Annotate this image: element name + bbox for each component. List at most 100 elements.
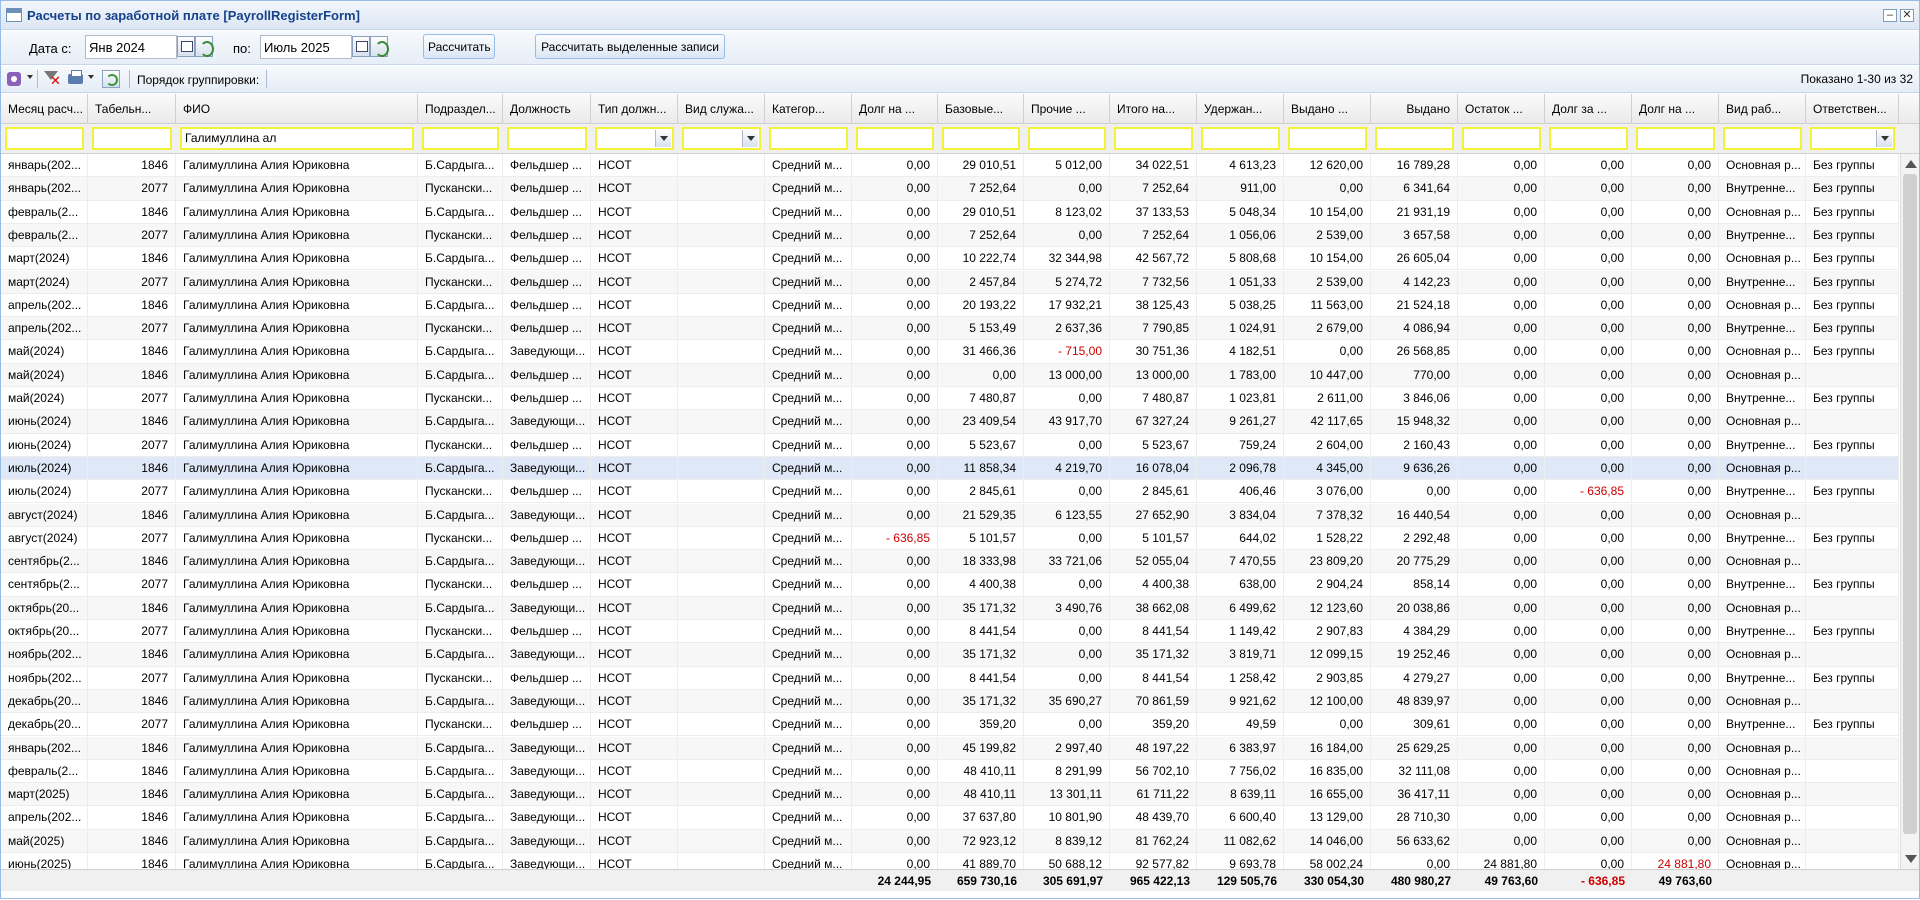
column-filter-input[interactable]	[422, 127, 499, 150]
minimize-icon[interactable]: –	[1883, 9, 1897, 22]
column-header[interactable]: Вид служа...	[678, 94, 765, 124]
column-header[interactable]: Подраздел...	[418, 94, 503, 124]
column-header[interactable]: Табельн...	[88, 94, 176, 124]
table-row[interactable]: август(2024) 2077 Галимуллина Алия Юриковн…	[1, 526, 1899, 551]
table-row[interactable]: декабрь(20... 2077 Галимуллина Алия Юриков…	[1, 713, 1899, 737]
table-row[interactable]: ноябрь(202... 2077 Галимуллина Алия Юриков…	[1, 666, 1899, 690]
scroll-down-icon[interactable]	[1905, 855, 1917, 863]
table-row[interactable]: май(2025) 1846 Галимуллина Алия Юриковна Б.…	[1, 829, 1899, 853]
table-row[interactable]: апрель(202... 2077 Галимуллина Алия Юриков…	[1, 317, 1899, 341]
column-header[interactable]: Удержан...	[1197, 94, 1284, 124]
column-filter-input[interactable]	[92, 127, 172, 150]
table-row[interactable]: сентябрь(2... 1846 Галимуллина Алия Юриков…	[1, 550, 1899, 574]
print-icon[interactable]	[66, 69, 86, 89]
table-row[interactable]: январь(202... 2077 Галимуллина Алия Юриков…	[1, 177, 1899, 201]
table-row[interactable]: июнь(2025) 1846 Галимуллина Алия Юриковна Б…	[1, 853, 1899, 869]
column-header[interactable]: Должность	[503, 94, 591, 124]
column-filter-input[interactable]	[1462, 127, 1541, 150]
chevron-down-icon[interactable]	[88, 75, 94, 79]
column-filter-input[interactable]	[942, 127, 1020, 150]
calendar-icon[interactable]	[352, 36, 370, 57]
table-row[interactable]: март(2024) 1846 Галимуллина Алия Юриковна Б…	[1, 247, 1899, 271]
table-cell: март(2025)	[1, 783, 88, 807]
column-filter-input[interactable]	[856, 127, 934, 150]
column-header[interactable]: Выдано ...	[1284, 94, 1371, 124]
column-filter-input[interactable]	[1723, 127, 1802, 150]
table-row[interactable]: декабрь(20... 1846 Галимуллина Алия Юриков…	[1, 689, 1899, 714]
column-header[interactable]: Категор...	[765, 94, 852, 124]
table-row[interactable]: сентябрь(2... 2077 Галимуллина Алия Юриков…	[1, 573, 1899, 597]
column-header[interactable]: ФИО	[176, 94, 418, 124]
column-filter-input[interactable]	[507, 127, 587, 150]
table-cell	[678, 363, 765, 387]
column-header[interactable]: Базовые...	[938, 94, 1024, 124]
column-header[interactable]: Долг на ...	[1632, 94, 1719, 124]
table-cell	[1806, 829, 1899, 853]
column-filter-input[interactable]	[769, 127, 848, 150]
refresh-icon[interactable]	[101, 69, 121, 89]
column-filter-input[interactable]	[1549, 127, 1628, 150]
table-row[interactable]: март(2024) 2077 Галимуллина Алия Юриковна П…	[1, 270, 1899, 294]
calculate-button[interactable]: Рассчитать	[423, 34, 495, 59]
table-row[interactable]: май(2024) 1846 Галимуллина Алия Юриковна Б.…	[1, 363, 1899, 387]
table-cell	[678, 293, 765, 317]
column-filter-input[interactable]	[1636, 127, 1715, 150]
table-row[interactable]: февраль(2... 1846 Галимуллина Алия Юриковн…	[1, 759, 1899, 784]
table-row[interactable]: июль(2024) 2077 Галимуллина Алия Юриковна П…	[1, 480, 1899, 504]
table-row[interactable]: апрель(202... 1846 Галимуллина Алия Юриков…	[1, 293, 1899, 318]
column-header[interactable]: Итого на...	[1110, 94, 1197, 124]
column-filter-input[interactable]	[1375, 127, 1454, 150]
column-header[interactable]: Вид раб...	[1719, 94, 1806, 124]
table-row[interactable]: февраль(2... 2077 Галимуллина Алия Юриковн…	[1, 223, 1899, 248]
table-cell: 0,00	[1545, 387, 1632, 410]
column-header[interactable]: Долг на ...	[852, 94, 938, 124]
table-row[interactable]: январь(202... 1846 Галимуллина Алия Юриков…	[1, 154, 1899, 178]
date-to-input[interactable]: Июль 2025	[260, 35, 352, 59]
scroll-up-icon[interactable]	[1905, 160, 1917, 168]
column-header[interactable]: Тип должн...	[591, 94, 678, 124]
column-filter-input[interactable]	[1288, 127, 1367, 150]
table-row[interactable]: август(2024) 1846 Галимуллина Алия Юриковн…	[1, 503, 1899, 527]
table-row[interactable]: январь(202... 1846 Галимуллина Алия Юриков…	[1, 736, 1899, 760]
column-filter-input[interactable]	[1201, 127, 1280, 150]
scroll-thumb[interactable]	[1903, 174, 1917, 834]
table-row[interactable]: ноябрь(202... 1846 Галимуллина Алия Юриков…	[1, 643, 1899, 667]
calculate-selected-button[interactable]: Рассчитать выделенные записи	[535, 34, 725, 59]
table-row[interactable]: февраль(2... 1846 Галимуллина Алия Юриковн…	[1, 200, 1899, 224]
calendar-icon[interactable]	[177, 36, 195, 57]
column-header[interactable]: Ответствен...	[1806, 94, 1899, 124]
clear-date-icon[interactable]	[370, 36, 389, 57]
chevron-down-icon[interactable]	[742, 130, 758, 147]
table-row[interactable]: июль(2024) 1846 Галимуллина Алия Юриковна Б…	[1, 456, 1899, 481]
column-header[interactable]: Остаток ...	[1458, 94, 1545, 124]
table-row[interactable]: июнь(2024) 2077 Галимуллина Алия Юриковна П…	[1, 433, 1899, 457]
column-header[interactable]: Выдано	[1371, 94, 1458, 124]
column-filter-input[interactable]	[1810, 127, 1895, 150]
column-settings-icon[interactable]	[5, 69, 25, 89]
table-row[interactable]: март(2025) 1846 Галимуллина Алия Юриковна Б…	[1, 783, 1899, 807]
column-header[interactable]: Прочие ...	[1024, 94, 1110, 124]
chevron-down-icon[interactable]	[655, 130, 671, 147]
column-filter-input[interactable]	[1028, 127, 1106, 150]
fio-filter-input[interactable]: Галимуллина ал	[180, 127, 414, 150]
table-row[interactable]: апрель(202... 1846 Галимуллина Алия Юриков…	[1, 806, 1899, 830]
chevron-down-icon[interactable]	[27, 75, 33, 79]
column-filter-input[interactable]	[595, 127, 674, 150]
column-filter-input[interactable]	[682, 127, 761, 150]
table-row[interactable]: октябрь(20... 1846 Галимуллина Алия Юриков…	[1, 596, 1899, 620]
table-cell: НСОТ	[591, 550, 678, 574]
table-row[interactable]: июнь(2024) 1846 Галимуллина Алия Юриковна Б…	[1, 410, 1899, 434]
table-row[interactable]: май(2024) 1846 Галимуллина Алия Юриковна Б.…	[1, 340, 1899, 364]
column-header[interactable]: Месяц расч...	[1, 94, 88, 124]
column-filter-input[interactable]	[1114, 127, 1193, 150]
column-header[interactable]: Долг за ...	[1545, 94, 1632, 124]
column-filter-input[interactable]	[5, 127, 84, 150]
vertical-scrollbar[interactable]	[1900, 154, 1919, 869]
clear-date-icon[interactable]	[195, 36, 214, 57]
date-from-input[interactable]: Янв 2024	[85, 35, 177, 59]
chevron-down-icon[interactable]	[1876, 130, 1892, 147]
table-row[interactable]: май(2024) 2077 Галимуллина Алия Юриковна Пу…	[1, 387, 1899, 411]
close-icon[interactable]: ✕	[1900, 9, 1914, 22]
table-row[interactable]: октябрь(20... 2077 Галимуллина Алия Юриков…	[1, 620, 1899, 644]
clear-filter-icon[interactable]: ✕	[42, 69, 62, 89]
